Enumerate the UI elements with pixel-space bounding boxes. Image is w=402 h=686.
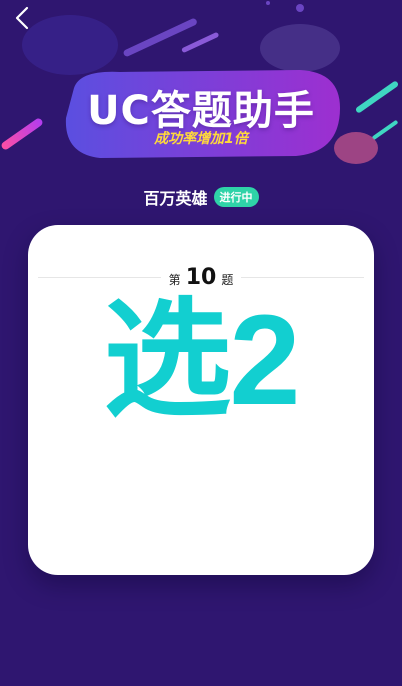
question-prefix: 第 [168, 273, 181, 287]
back-button[interactable] [8, 6, 36, 34]
question-suffix: 题 [221, 273, 234, 287]
title-banner: UC答题助手 成功率增加1倍 [60, 68, 342, 160]
chevron-left-icon [14, 6, 30, 34]
app-subtitle: 成功率增加1倍 [154, 131, 248, 147]
question-number: 10 [185, 265, 217, 290]
game-info: 百万英雄 进行中 [0, 185, 402, 209]
divider-right [241, 277, 364, 278]
answer-card: 第 10 题 选2 [28, 225, 374, 575]
status-badge: 进行中 [213, 187, 259, 207]
game-name: 百万英雄 [143, 189, 208, 208]
divider-left [38, 277, 161, 278]
question-number-row: 第 10 题 [38, 265, 364, 290]
answer-text: 选2 [103, 289, 300, 432]
question-label: 第 10 题 [169, 265, 234, 290]
